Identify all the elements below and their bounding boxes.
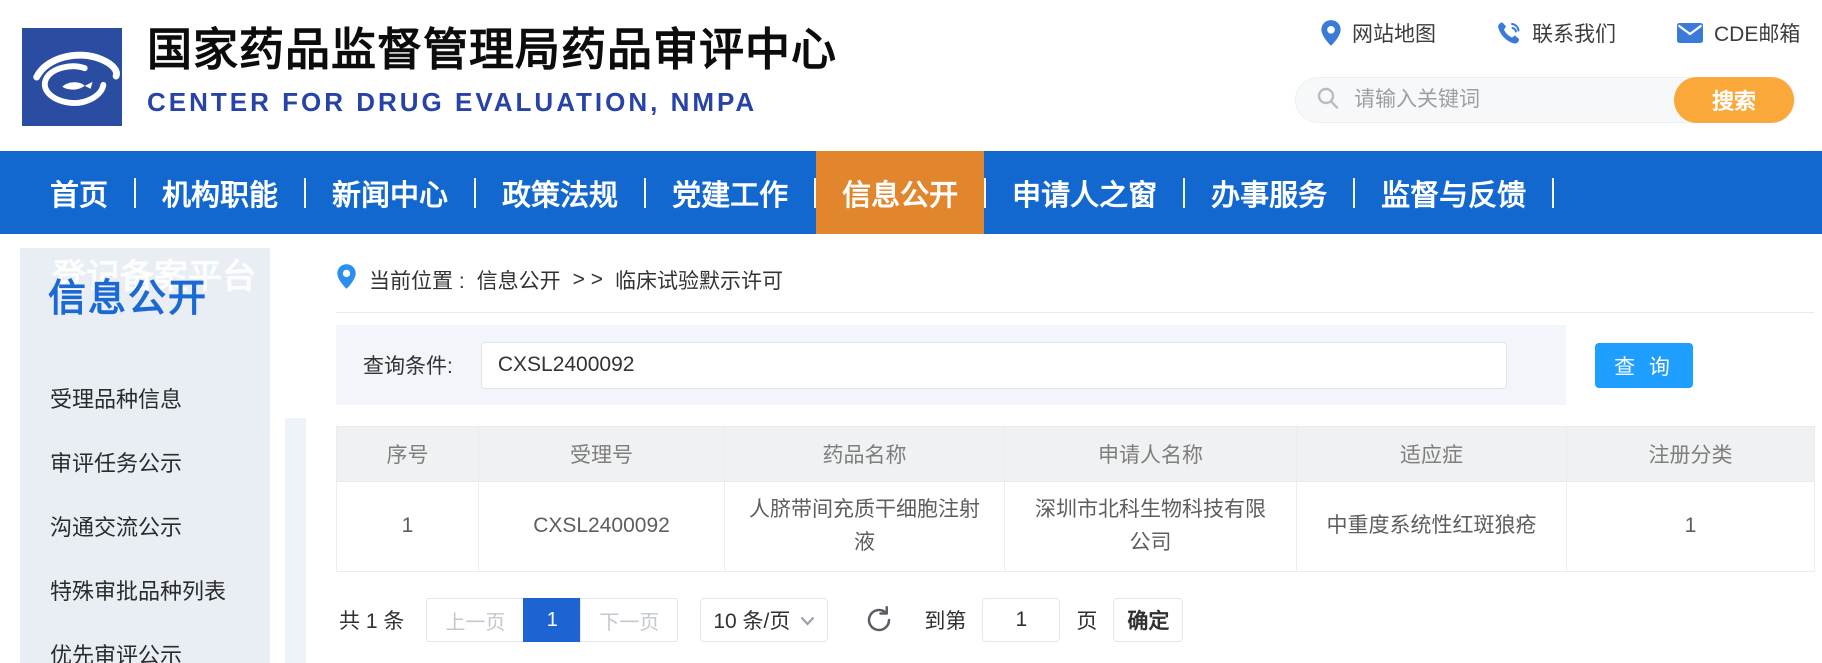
- confirm-button[interactable]: 确定: [1113, 598, 1183, 642]
- search-button[interactable]: 搜索: [1674, 77, 1794, 123]
- nav-item-news[interactable]: 新闻中心: [306, 151, 474, 234]
- cell-index: 1: [337, 482, 479, 572]
- cell-acceptance-no: CXSL2400092: [479, 482, 725, 572]
- mail-icon: [1676, 22, 1704, 44]
- column-header-acceptance-no: 受理号: [479, 427, 725, 482]
- sidebar: 登记备案平台 信息公开 受理品种信息 审评任务公示 沟通交流公示 特殊审批品种列…: [20, 248, 270, 663]
- sidebar-title: 信息公开: [48, 280, 270, 318]
- cell-drug-name: 人脐带间充质干细胞注射 液: [725, 482, 1005, 572]
- results-table: 序号 受理号 药品名称 申请人名称 适应症 注册分类 1 CXSL2400092…: [336, 426, 1815, 572]
- query-condition-label: 查询条件:: [363, 350, 453, 380]
- nav-item-policies[interactable]: 政策法规: [476, 151, 644, 234]
- column-header-index: 序号: [337, 427, 479, 482]
- query-condition-input[interactable]: [481, 342, 1507, 389]
- current-page-button[interactable]: 1: [523, 598, 581, 642]
- nav-separator: [1552, 178, 1554, 208]
- next-page-button[interactable]: 下一页: [580, 598, 678, 642]
- chevron-down-icon: [800, 608, 815, 632]
- query-button[interactable]: 查 询: [1595, 343, 1693, 388]
- site-subtitle: CENTER FOR DRUG EVALUATION, NMPA: [147, 87, 837, 118]
- column-header-indication: 适应症: [1297, 427, 1567, 482]
- nav-item-services[interactable]: 办事服务: [1185, 151, 1353, 234]
- query-form: 查询条件: 查 询: [336, 325, 1814, 405]
- page-size-value: 10 条/页: [713, 605, 790, 635]
- breadcrumb: 当前位置 : 信息公开 > > 临床试验默示许可: [336, 263, 1814, 296]
- sidebar-item-priority-review[interactable]: 优先审评公示: [20, 622, 270, 663]
- header-quick-links: 网站地图 联系我们 CDE邮箱: [1320, 18, 1800, 48]
- sidebar-item-special-approval[interactable]: 特殊审批品种列表: [20, 558, 270, 622]
- main-nav: 首页 机构职能 新闻中心 政策法规 党建工作 信息公开 申请人之窗 办事服务 监…: [0, 151, 1822, 234]
- column-header-registration-class: 注册分类: [1567, 427, 1815, 482]
- nav-item-home[interactable]: 首页: [24, 151, 134, 234]
- total-count-label: 共 1 条: [339, 605, 404, 635]
- phone-icon: [1496, 20, 1522, 46]
- goto-page-input[interactable]: [982, 598, 1060, 642]
- site-search-bar: 搜索: [1295, 77, 1795, 123]
- fish-swirl-icon: [22, 113, 122, 130]
- query-panel: 查询条件:: [336, 325, 1566, 405]
- search-icon: [1296, 86, 1340, 115]
- cell-indication: 中重度系统性红斑狼疮: [1297, 482, 1567, 572]
- contact-label: 联系我们: [1532, 18, 1616, 48]
- column-header-drug-name: 药品名称: [725, 427, 1005, 482]
- contact-link[interactable]: 联系我们: [1496, 18, 1616, 48]
- sitemap-label: 网站地图: [1352, 18, 1436, 48]
- cde-logo: [22, 28, 122, 126]
- breadcrumb-current: 临床试验默示许可: [615, 265, 783, 295]
- sidebar-item-communication[interactable]: 沟通交流公示: [20, 494, 270, 558]
- nav-item-party[interactable]: 党建工作: [646, 151, 814, 234]
- sidebar-item-accepted-products[interactable]: 受理品种信息: [20, 366, 270, 430]
- nav-item-applicant-window[interactable]: 申请人之窗: [986, 151, 1183, 234]
- nav-item-functions[interactable]: 机构职能: [136, 151, 304, 234]
- prev-page-button[interactable]: 上一页: [426, 598, 524, 642]
- main-content: 当前位置 : 信息公开 > > 临床试验默示许可 查询条件: 查 询 序号 受理…: [336, 245, 1814, 642]
- pagination: 共 1 条 上一页 1 下一页 10 条/页 到第 页 确定: [336, 598, 1814, 642]
- page-size-select[interactable]: 10 条/页: [700, 598, 828, 642]
- breadcrumb-separator: > >: [573, 268, 603, 292]
- table-header-row: 序号 受理号 药品名称 申请人名称 适应症 注册分类: [337, 427, 1815, 482]
- site-title: 国家药品监督管理局药品审评中心: [147, 13, 837, 78]
- cell-applicant: 深圳市北科生物科技有限 公司: [1005, 482, 1297, 572]
- content-left-strip: [285, 418, 306, 663]
- breadcrumb-divider: [336, 312, 1814, 313]
- page-buttons: 上一页 1 下一页: [426, 598, 678, 642]
- breadcrumb-section[interactable]: 信息公开: [477, 265, 561, 295]
- cell-registration-class: 1: [1567, 482, 1815, 572]
- breadcrumb-location-label: 当前位置 :: [369, 265, 465, 295]
- nav-item-supervision[interactable]: 监督与反馈: [1355, 151, 1552, 234]
- mailbox-link[interactable]: CDE邮箱: [1676, 18, 1800, 48]
- table-row: 1 CXSL2400092 人脐带间充质干细胞注射 液 深圳市北科生物科技有限 …: [337, 482, 1815, 572]
- sitemap-link[interactable]: 网站地图: [1320, 18, 1436, 48]
- map-pin-icon: [1320, 19, 1342, 47]
- goto-page-unit: 页: [1076, 605, 1097, 635]
- refresh-icon[interactable]: [864, 604, 896, 636]
- sidebar-item-review-tasks[interactable]: 审评任务公示: [20, 430, 270, 494]
- search-input[interactable]: [1354, 88, 1674, 112]
- goto-page-label: 到第: [924, 605, 966, 635]
- mailbox-label: CDE邮箱: [1714, 18, 1800, 48]
- location-pin-icon: [336, 263, 357, 296]
- column-header-applicant: 申请人名称: [1005, 427, 1297, 482]
- nav-item-info-disclosure[interactable]: 信息公开: [816, 151, 984, 234]
- site-header: 国家药品监督管理局药品审评中心 CENTER FOR DRUG EVALUATI…: [0, 0, 1822, 151]
